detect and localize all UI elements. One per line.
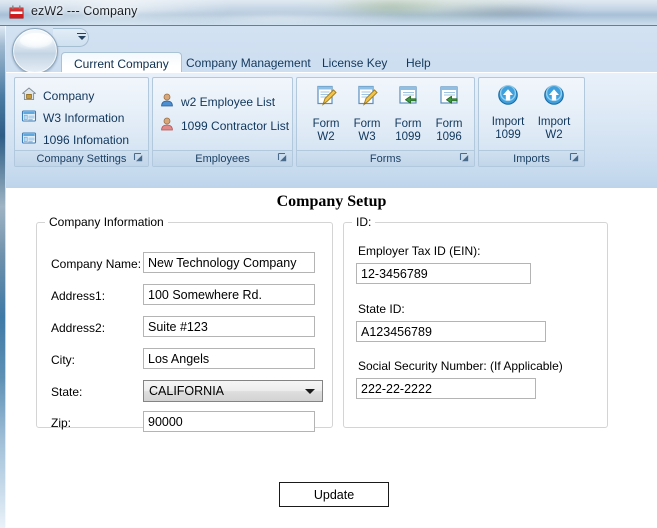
company-information-legend: Company Information <box>49 215 164 229</box>
company-information-groupbox: Company Information Company Name: Addres… <box>36 215 333 432</box>
employer-tax-id-label: Employer Tax ID (EIN): <box>358 244 481 258</box>
ribbon-item-label: Form <box>312 118 340 130</box>
document-import-icon <box>428 84 470 112</box>
tab-company-management[interactable]: Company Management <box>174 52 323 72</box>
dialog-launcher-icon[interactable] <box>459 152 470 163</box>
ribbon-item-w2-employee-list[interactable]: w2 Employee List <box>159 92 275 111</box>
ssn-input[interactable] <box>356 378 536 399</box>
ribbon-item-label: Form <box>394 118 422 130</box>
ribbon-group-footer-company-settings: Company Settings <box>15 150 148 166</box>
company-name-input[interactable] <box>143 252 315 273</box>
ribbon-item-label: 1099 <box>395 131 421 143</box>
glass-blur-decoration <box>150 10 410 25</box>
ribbon-item-label: Form <box>353 118 381 130</box>
id-groupbox: ID: Employer Tax ID (EIN): State ID: Soc… <box>343 215 608 428</box>
ribbon-item-label: 1096 Infomation <box>43 132 130 147</box>
ribbon-group-company-settings: Company W3 Information 1096 Infomation C… <box>14 77 149 167</box>
ribbon-item-company[interactable]: Company <box>21 86 94 105</box>
company-name-label: Company Name: <box>51 257 142 271</box>
person-red-icon <box>159 116 175 135</box>
tab-current-company[interactable]: Current Company <box>61 52 182 72</box>
ribbon-group-label: Forms <box>369 153 402 165</box>
ribbon-item-label: w2 Employee List <box>181 94 276 109</box>
ribbon-group-footer-employees: Employees <box>153 150 292 166</box>
page-title: Company Setup <box>276 193 387 210</box>
ssn-label: Social Security Number: (If Applicable) <box>358 359 563 373</box>
ribbon-item-import-1099[interactable]: Import 1099 <box>487 84 529 142</box>
upload-arrow-icon <box>487 84 529 110</box>
ribbon-group-label: Company Settings <box>36 153 127 165</box>
ribbon-group-label: Imports <box>513 153 550 165</box>
quick-access-toolbar <box>6 26 657 74</box>
ribbon-group-footer-forms: Forms <box>297 150 474 166</box>
state-id-label: State ID: <box>358 302 405 316</box>
company-setup-form: Company Setup Company Information Compan… <box>6 189 657 528</box>
ribbon-item-import-w2[interactable]: Import W2 <box>533 84 575 142</box>
ribbon-item-w3-information[interactable]: W3 Information <box>21 108 124 127</box>
dialog-launcher-icon[interactable] <box>277 152 288 163</box>
state-id-input[interactable] <box>356 321 546 342</box>
ribbon-item-1096-information[interactable]: 1096 Infomation <box>21 130 129 149</box>
address2-label: Address2: <box>51 321 106 335</box>
ezw2-application-window: ezW2 --- Company Current Company Company… <box>0 0 657 528</box>
ribbon-group-forms: Form W2 Form W3 Form 1099 Form 1096 Form… <box>296 77 475 167</box>
document-import-icon <box>387 84 429 112</box>
ribbon-item-label: Import <box>537 116 571 128</box>
ribbon-tab-bar: Current Company Company Management Licen… <box>6 52 657 72</box>
home-icon <box>21 86 37 105</box>
update-button[interactable]: Update <box>279 482 389 507</box>
document-edit-icon <box>305 84 347 112</box>
city-label: City: <box>51 353 75 367</box>
ribbon-item-label: 1099 <box>495 129 521 141</box>
ribbon-item-label: Company <box>43 88 95 103</box>
title-bar: ezW2 --- Company <box>0 0 657 26</box>
address2-input[interactable] <box>143 316 315 337</box>
ribbon-item-form-w3[interactable]: Form W3 <box>346 84 388 144</box>
tab-license-key[interactable]: License Key <box>310 52 399 72</box>
ribbon-item-form-1099[interactable]: Form 1099 <box>387 84 429 144</box>
ribbon: Current Company Company Management Licen… <box>6 26 657 188</box>
ribbon-group-imports: Import 1099 Import W2 Imports <box>478 77 585 167</box>
ribbon-item-label: Import <box>491 116 525 128</box>
ribbon-item-form-1096[interactable]: Form 1096 <box>428 84 470 144</box>
ribbon-panel: Company W3 Information 1096 Infomation C… <box>6 72 657 188</box>
ribbon-group-label: Employees <box>195 153 250 165</box>
ribbon-group-footer-imports: Imports <box>479 150 584 166</box>
person-blue-icon <box>159 92 175 111</box>
ribbon-group-employees: w2 Employee List 1099 Contractor List Em… <box>152 77 293 167</box>
state-dropdown[interactable]: CALIFORNIA <box>143 380 323 402</box>
ribbon-item-label: W3 Information <box>43 110 125 125</box>
form-list-icon <box>21 130 37 149</box>
document-edit-icon <box>346 84 388 112</box>
tab-help[interactable]: Help <box>394 52 443 72</box>
chevron-down-icon <box>305 388 315 394</box>
ribbon-item-label: 1099 Contractor List <box>181 118 290 133</box>
upload-arrow-icon <box>533 84 575 110</box>
ribbon-item-label: Form <box>435 118 463 130</box>
ribbon-item-label: W2 <box>545 129 563 141</box>
city-input[interactable] <box>143 348 315 369</box>
ribbon-item-1099-contractor-list[interactable]: 1099 Contractor List <box>159 116 289 135</box>
zip-input[interactable] <box>143 411 315 432</box>
zip-label: Zip: <box>51 416 72 430</box>
form-list-icon <box>21 108 37 127</box>
address1-label: Address1: <box>51 289 106 303</box>
ezw2-app-icon <box>8 4 25 21</box>
dialog-launcher-icon[interactable] <box>133 152 144 163</box>
id-legend: ID: <box>356 215 372 229</box>
ribbon-item-form-w2[interactable]: Form W2 <box>305 84 347 144</box>
dialog-launcher-icon[interactable] <box>569 152 580 163</box>
glass-blur-decoration <box>430 2 590 20</box>
address1-input[interactable] <box>143 284 315 305</box>
ribbon-item-label: W3 <box>358 131 376 143</box>
employer-tax-id-input[interactable] <box>356 263 531 284</box>
state-dropdown-value: CALIFORNIA <box>149 384 225 398</box>
state-label: State: <box>51 385 83 399</box>
ribbon-item-label: W2 <box>317 131 335 143</box>
chevron-down-icon[interactable] <box>76 33 87 43</box>
ribbon-item-label: 1096 <box>436 131 462 143</box>
window-title: ezW2 --- Company <box>31 4 138 18</box>
